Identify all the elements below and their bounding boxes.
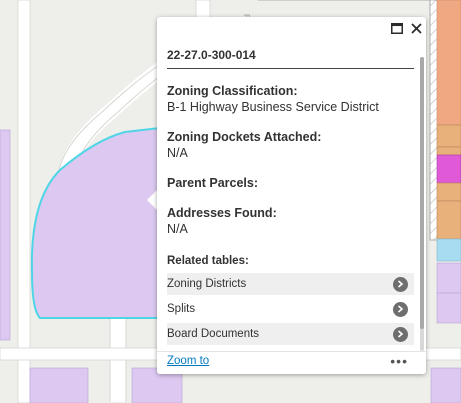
chevron-right-icon — [393, 326, 408, 342]
more-options-icon[interactable]: ••• — [390, 353, 408, 369]
zoning-classification: Zoning Classification: B-1 Highway Busin… — [167, 83, 414, 115]
zone-purple-bottom-1 — [29, 367, 89, 403]
related-row-label: Board Documents — [167, 328, 260, 340]
popup-title: 22-27.0-300-014 — [167, 41, 414, 69]
zoning-dockets: Zoning Dockets Attached: N/A — [167, 129, 414, 161]
road-vertical-left — [17, 0, 31, 403]
related-row-splits[interactable]: Splits — [167, 298, 414, 320]
related-row-zoning-districts[interactable]: Zoning Districts — [167, 273, 414, 295]
popup-content: 22-27.0-300-014 Zoning Classification: B… — [167, 41, 414, 351]
zone-tan-3 — [436, 182, 461, 202]
zone-purple-right-1 — [436, 262, 461, 294]
related-row-label: Zoning Districts — [167, 278, 247, 290]
popup-pointer — [147, 190, 157, 210]
zone-tan-2 — [436, 146, 461, 156]
zone-left-strip — [0, 129, 11, 341]
maximize-icon[interactable] — [389, 20, 405, 36]
scroll-thumb[interactable] — [420, 57, 424, 329]
zone-light-blue — [436, 238, 461, 262]
zone-purple-bottom-3 — [430, 367, 461, 403]
zoom-to-link[interactable]: Zoom to — [167, 355, 209, 367]
close-icon[interactable] — [408, 20, 424, 36]
zone-tan-1 — [436, 124, 461, 148]
popup-scrollbar[interactable] — [420, 57, 424, 351]
zone-purple-right-2 — [436, 292, 461, 324]
chevron-right-icon — [393, 276, 408, 292]
field-value: B-1 Highway Business Service District — [167, 100, 379, 114]
parent-parcels: Parent Parcels: — [167, 175, 414, 191]
field-value: N/A — [167, 146, 188, 160]
parcel-popup: 22-27.0-300-014 Zoning Classification: B… — [157, 17, 426, 374]
zone-orange — [436, 0, 461, 126]
field-label: Zoning Classification: — [167, 84, 298, 98]
field-label: Addresses Found: — [167, 206, 277, 220]
addresses-found: Addresses Found: N/A — [167, 205, 414, 237]
field-label: Parent Parcels: — [167, 176, 259, 190]
popup-window-buttons — [389, 20, 424, 36]
related-tables-label: Related tables: — [167, 255, 249, 267]
related-row-label: Splits — [167, 303, 196, 315]
field-label: Zoning Dockets Attached: — [167, 130, 322, 144]
zone-magenta — [436, 154, 461, 184]
popup-footer: Zoom to ••• — [157, 351, 426, 374]
related-row-board-documents[interactable]: Board Documents — [167, 323, 414, 345]
zone-tan-4 — [436, 200, 461, 240]
field-value: N/A — [167, 222, 188, 236]
chevron-right-icon — [393, 301, 408, 317]
